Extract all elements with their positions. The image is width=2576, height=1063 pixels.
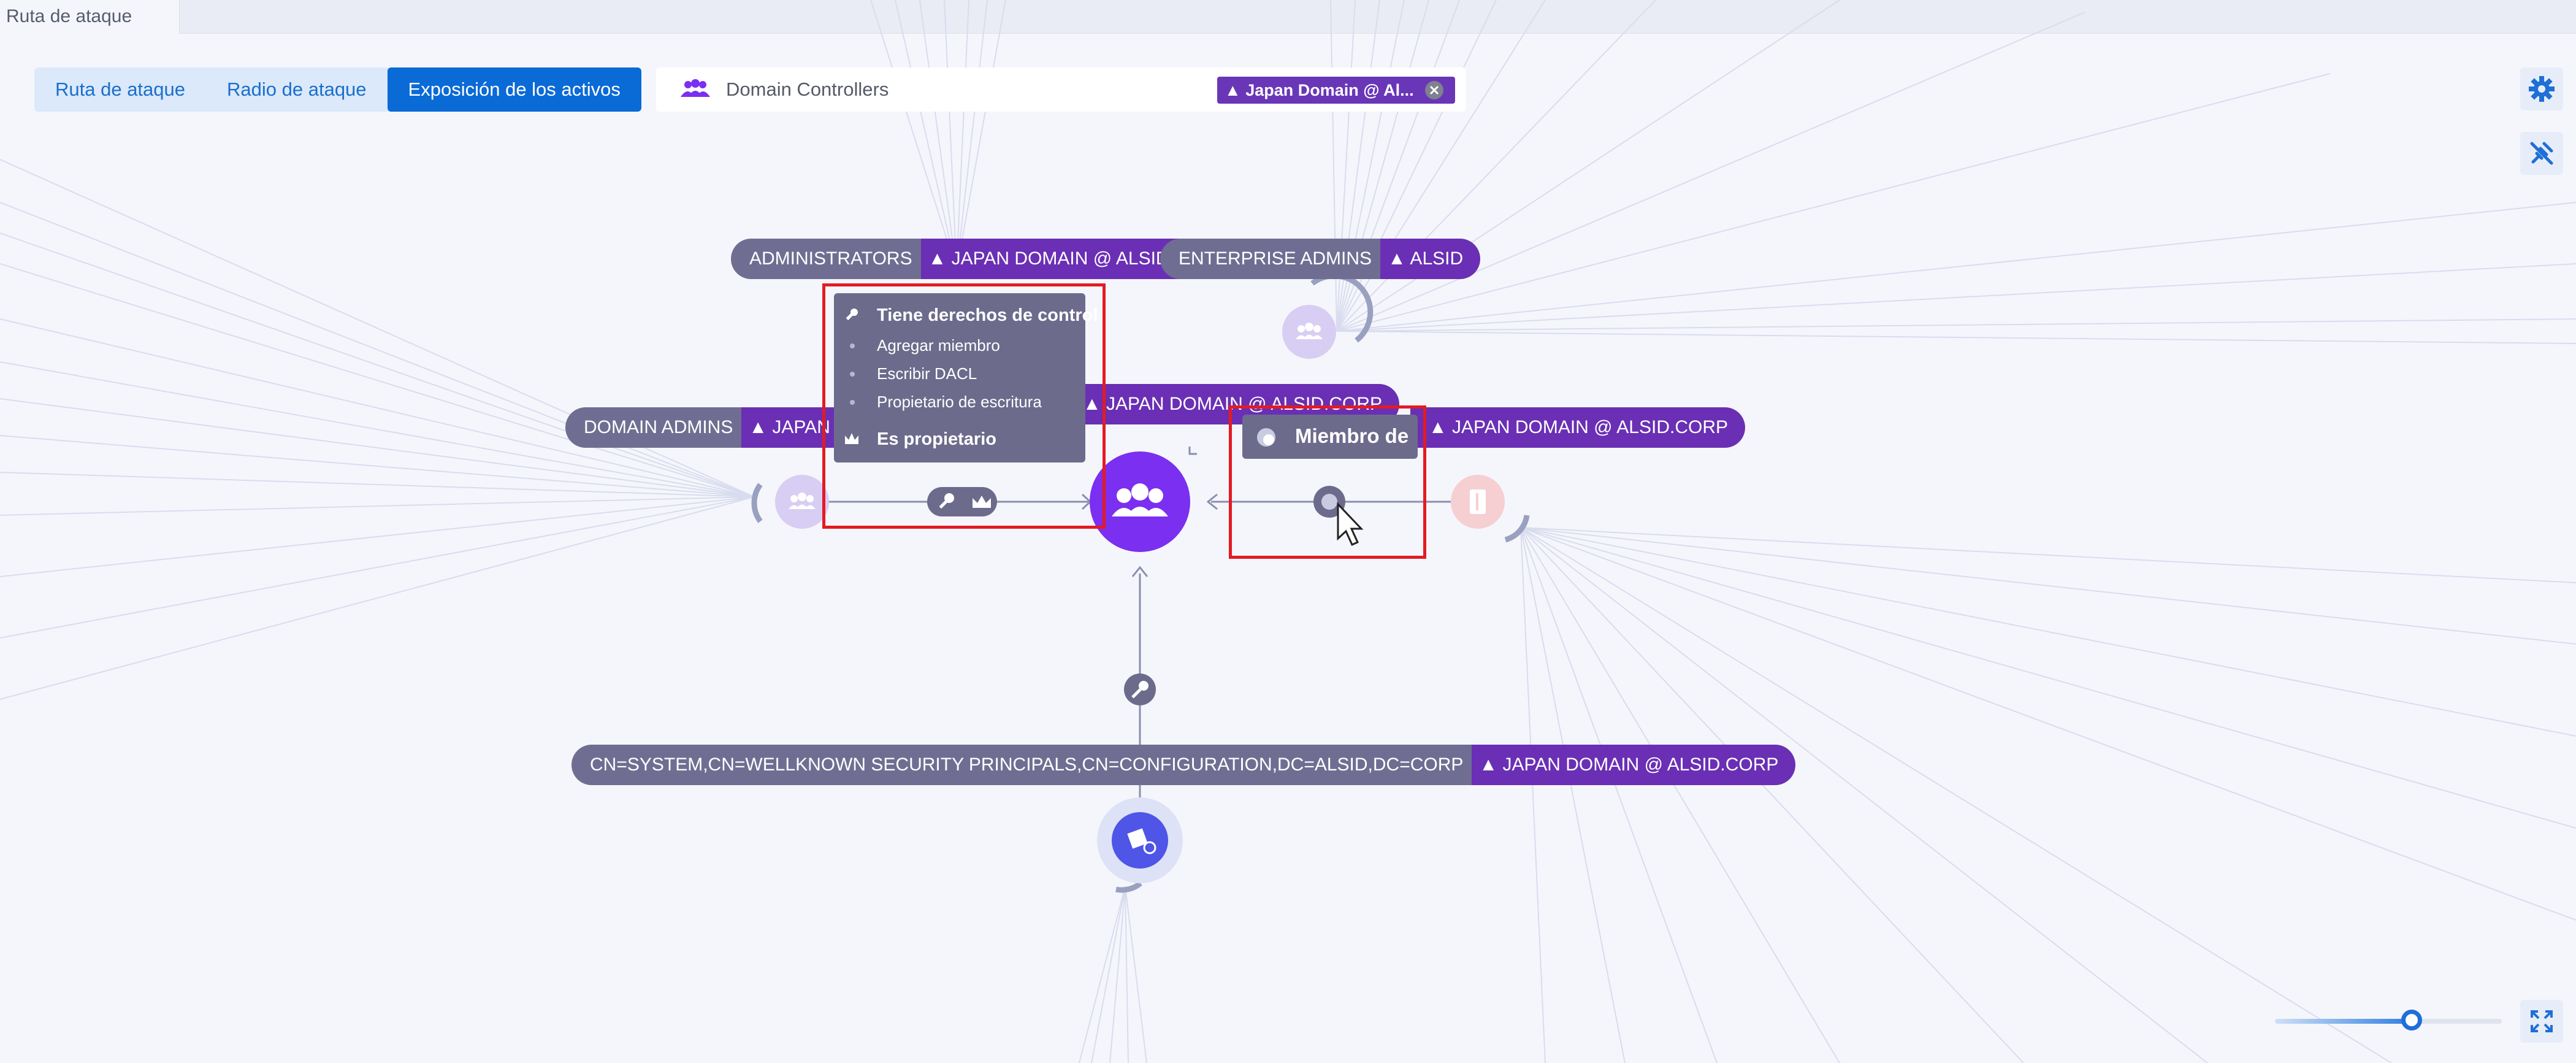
background-edge [1336, 0, 1405, 332]
member-computer-node[interactable] [1451, 475, 1505, 529]
background-edge [1520, 527, 2024, 1063]
system-node-label[interactable]: CN=SYSTEM,CN=WELLKNOWN SECURITY PRINCIPA… [571, 745, 1796, 785]
settings-button[interactable] [2520, 67, 2563, 110]
background-edge [1330, 0, 1337, 332]
enterprise-admins-label[interactable]: ENTERPRISE ADMINS ▲ ALSID [1160, 239, 1481, 279]
background-edge [956, 0, 988, 271]
background-edge [870, 0, 957, 271]
mode-attack-path-button[interactable]: Ruta de ataque [34, 67, 206, 112]
node-domain: ▲ JAPAN DOMAIN @ ALSID.CORP [1472, 745, 1796, 785]
background-edge [0, 496, 755, 577]
node-ring [751, 483, 763, 523]
clear-icon[interactable] [1424, 80, 1445, 101]
background-edge [1520, 527, 1718, 1063]
background-edge [0, 232, 755, 497]
background-edge [956, 0, 969, 271]
users-group-icon [681, 79, 710, 97]
background-edge [0, 263, 755, 497]
background-edge [1336, 0, 1840, 332]
zoom-slider-handle[interactable] [2401, 1010, 2422, 1030]
administrators-label[interactable]: ADMINISTRATORS ▲ JAPAN DOMAIN @ ALSID.C [731, 239, 1205, 279]
background-edge [1336, 73, 2331, 332]
member-node-label[interactable]: ▲ JAPAN DOMAIN @ ALSID.CORP [1410, 407, 1746, 448]
mode-selector: Ruta de ataque Radio de ataque Exposició… [34, 67, 641, 112]
mode-asset-exposure-button[interactable]: Exposición de los activos [387, 67, 641, 112]
background-edge [1091, 886, 1126, 1063]
highlight-box-control-rights [822, 283, 1106, 529]
background-edge [1336, 202, 2576, 332]
background-edge [1520, 527, 1840, 1063]
fullscreen-button[interactable] [2520, 1000, 2563, 1043]
background-edge [1520, 527, 2208, 1063]
pin-off-icon [2530, 142, 2553, 165]
background-edge [956, 0, 1006, 271]
background-edge [0, 202, 755, 497]
background-edge [1520, 527, 2576, 737]
node-name: ENTERPRISE ADMINS [1160, 239, 1381, 279]
node-domain: ▲ JAPAN DOMAIN @ ALSID.CORP [1410, 407, 1746, 448]
background-edge [1336, 0, 1497, 332]
domain-admins-node[interactable] [775, 475, 829, 529]
background-edge [1520, 527, 1546, 1063]
background-edge [1336, 12, 2085, 332]
node-ring [1115, 881, 1142, 893]
background-edge [0, 496, 755, 700]
node-name: ADMINISTRATORS [731, 239, 921, 279]
background-edge [1336, 0, 1656, 332]
gear-icon [2529, 76, 2555, 102]
background-edge [1520, 527, 1626, 1063]
hint-bracket [1188, 447, 1197, 455]
key-edge-badge[interactable] [1124, 673, 1156, 705]
enterprise-admins-node[interactable] [1282, 305, 1336, 359]
pin-button[interactable] [2520, 132, 2563, 175]
background-edge [1079, 886, 1126, 1063]
expand-icon [2531, 1010, 2553, 1032]
background-edge [0, 496, 755, 639]
search-field[interactable]: Domain Controllers ▲ Japan Domain @ Al..… [656, 67, 1466, 112]
background-edge [1520, 527, 2576, 583]
domain-admins-label[interactable]: DOMAIN ADMINS ▲ JAPAN D [565, 407, 866, 448]
background-edge [1336, 331, 2576, 344]
node-name: CN=SYSTEM,CN=WELLKNOWN SECURITY PRINCIPA… [571, 745, 1472, 785]
mode-attack-radius-button[interactable]: Radio de ataque [206, 67, 388, 112]
background-edge [1109, 886, 1126, 1063]
background-edge [1520, 527, 2392, 1063]
domain-filter-chip[interactable]: ▲ Japan Domain @ Al... [1217, 77, 1455, 104]
zoom-slider-track[interactable] [2275, 1019, 2502, 1024]
node-domain: ▲ ALSID [1380, 239, 1481, 279]
highlight-box-member-of [1229, 405, 1426, 559]
search-value: Domain Controllers [726, 79, 889, 100]
system-node[interactable] [1097, 797, 1183, 883]
node-name: DOMAIN ADMINS [565, 407, 742, 448]
background-edge [0, 496, 755, 516]
